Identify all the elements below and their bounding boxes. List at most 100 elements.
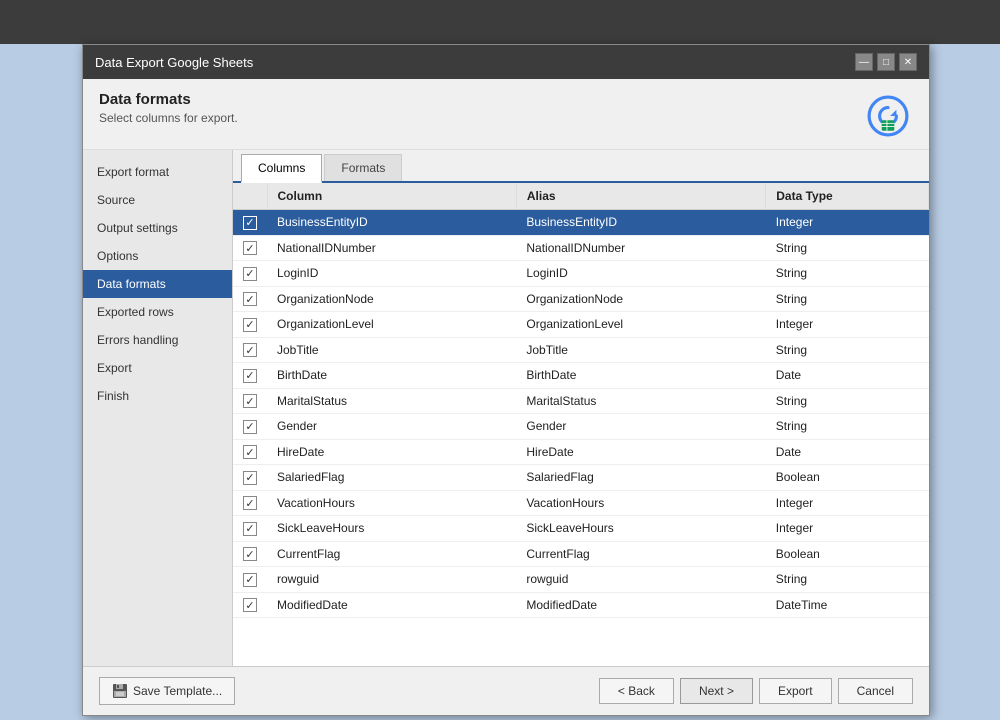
- table-row[interactable]: LoginIDLoginIDString: [233, 261, 929, 287]
- tab-columns[interactable]: Columns: [241, 154, 322, 183]
- table-row[interactable]: OrganizationNodeOrganizationNodeString: [233, 286, 929, 312]
- sidebar-item-exported-rows[interactable]: Exported rows: [83, 298, 232, 326]
- row-checkbox[interactable]: [233, 567, 267, 593]
- row-checkbox[interactable]: [233, 465, 267, 491]
- row-data-type: Date: [766, 363, 929, 389]
- row-data-type: Integer: [766, 490, 929, 516]
- row-column-name: CurrentFlag: [267, 541, 516, 567]
- row-data-type: String: [766, 235, 929, 261]
- row-checkbox[interactable]: [233, 363, 267, 389]
- sidebar-item-data-formats[interactable]: Data formats: [83, 270, 232, 298]
- row-data-type: Integer: [766, 210, 929, 236]
- sidebar-item-finish[interactable]: Finish: [83, 382, 232, 410]
- table-row[interactable]: SalariedFlagSalariedFlagBoolean: [233, 465, 929, 491]
- table-row[interactable]: rowguidrowguidString: [233, 567, 929, 593]
- row-column-name: MaritalStatus: [267, 388, 516, 414]
- row-column-name: BusinessEntityID: [267, 210, 516, 236]
- sidebar-item-source[interactable]: Source: [83, 186, 232, 214]
- table-row[interactable]: VacationHoursVacationHoursInteger: [233, 490, 929, 516]
- dialog-titlebar: Data Export Google Sheets — □ ✕: [83, 45, 929, 79]
- table-row[interactable]: HireDateHireDateDate: [233, 439, 929, 465]
- row-data-type: Integer: [766, 516, 929, 542]
- row-checkbox[interactable]: [233, 261, 267, 287]
- row-alias: BirthDate: [516, 363, 765, 389]
- row-alias: SalariedFlag: [516, 465, 765, 491]
- sidebar-item-options[interactable]: Options: [83, 242, 232, 270]
- google-sheets-icon: [863, 91, 913, 141]
- row-data-type: Date: [766, 439, 929, 465]
- row-checkbox[interactable]: [233, 490, 267, 516]
- row-data-type: Boolean: [766, 465, 929, 491]
- row-checkbox[interactable]: [233, 414, 267, 440]
- row-column-name: OrganizationNode: [267, 286, 516, 312]
- sidebar-item-export-format[interactable]: Export format: [83, 158, 232, 186]
- table-row[interactable]: CurrentFlagCurrentFlagBoolean: [233, 541, 929, 567]
- row-column-name: VacationHours: [267, 490, 516, 516]
- minimize-button[interactable]: —: [855, 53, 873, 71]
- sidebar-item-output-settings[interactable]: Output settings: [83, 214, 232, 242]
- row-checkbox[interactable]: [233, 312, 267, 338]
- row-data-type: DateTime: [766, 592, 929, 618]
- table-row[interactable]: JobTitleJobTitleString: [233, 337, 929, 363]
- row-checkbox[interactable]: [233, 337, 267, 363]
- row-alias: BusinessEntityID: [516, 210, 765, 236]
- row-column-name: BirthDate: [267, 363, 516, 389]
- row-checkbox[interactable]: [233, 592, 267, 618]
- row-checkbox[interactable]: [233, 286, 267, 312]
- row-checkbox[interactable]: [233, 516, 267, 542]
- cancel-button[interactable]: Cancel: [838, 678, 913, 704]
- row-checkbox[interactable]: [233, 439, 267, 465]
- row-data-type: String: [766, 414, 929, 440]
- header-subtitle: Select columns for export.: [99, 111, 238, 125]
- row-column-name: LoginID: [267, 261, 516, 287]
- back-button[interactable]: < Back: [599, 678, 674, 704]
- row-alias: JobTitle: [516, 337, 765, 363]
- row-data-type: String: [766, 388, 929, 414]
- table-row[interactable]: SickLeaveHoursSickLeaveHoursInteger: [233, 516, 929, 542]
- row-data-type: String: [766, 261, 929, 287]
- row-column-name: ModifiedDate: [267, 592, 516, 618]
- row-checkbox[interactable]: [233, 388, 267, 414]
- close-button[interactable]: ✕: [899, 53, 917, 71]
- row-data-type: Boolean: [766, 541, 929, 567]
- col-header-check: [233, 183, 267, 210]
- row-alias: NationalIDNumber: [516, 235, 765, 261]
- dialog-footer: Save Template... < Back Next > Export Ca…: [83, 666, 929, 715]
- row-alias: LoginID: [516, 261, 765, 287]
- save-template-button[interactable]: Save Template...: [99, 677, 235, 705]
- row-alias: HireDate: [516, 439, 765, 465]
- table-row[interactable]: OrganizationLevelOrganizationLevelIntege…: [233, 312, 929, 338]
- row-data-type: String: [766, 286, 929, 312]
- tabs-container: ColumnsFormats: [233, 150, 929, 183]
- next-button[interactable]: Next >: [680, 678, 753, 704]
- row-checkbox[interactable]: [233, 541, 267, 567]
- col-header-alias: Alias: [516, 183, 765, 210]
- table-row[interactable]: ModifiedDateModifiedDateDateTime: [233, 592, 929, 618]
- table-row[interactable]: GenderGenderString: [233, 414, 929, 440]
- row-alias: ModifiedDate: [516, 592, 765, 618]
- table-row[interactable]: MaritalStatusMaritalStatusString: [233, 388, 929, 414]
- row-alias: MaritalStatus: [516, 388, 765, 414]
- row-checkbox[interactable]: [233, 210, 267, 236]
- table-row[interactable]: BusinessEntityIDBusinessEntityIDInteger: [233, 210, 929, 236]
- row-data-type: String: [766, 567, 929, 593]
- row-checkbox[interactable]: [233, 235, 267, 261]
- titlebar-controls: — □ ✕: [855, 53, 917, 71]
- table-container: Column Alias Data Type BusinessEntityIDB…: [233, 183, 929, 666]
- dialog-title: Data Export Google Sheets: [95, 55, 253, 70]
- row-alias: VacationHours: [516, 490, 765, 516]
- row-column-name: NationalIDNumber: [267, 235, 516, 261]
- row-alias: CurrentFlag: [516, 541, 765, 567]
- dialog-body: Export formatSourceOutput settingsOption…: [83, 150, 929, 666]
- export-button[interactable]: Export: [759, 678, 832, 704]
- header-title: Data formats: [99, 91, 238, 108]
- maximize-button[interactable]: □: [877, 53, 895, 71]
- table-row[interactable]: NationalIDNumberNationalIDNumberString: [233, 235, 929, 261]
- tab-formats[interactable]: Formats: [324, 154, 402, 181]
- row-column-name: SalariedFlag: [267, 465, 516, 491]
- table-row[interactable]: BirthDateBirthDateDate: [233, 363, 929, 389]
- row-data-type: String: [766, 337, 929, 363]
- sidebar-item-errors-handling[interactable]: Errors handling: [83, 326, 232, 354]
- export-dialog: Data Export Google Sheets — □ ✕ Data for…: [82, 44, 930, 716]
- sidebar-item-export[interactable]: Export: [83, 354, 232, 382]
